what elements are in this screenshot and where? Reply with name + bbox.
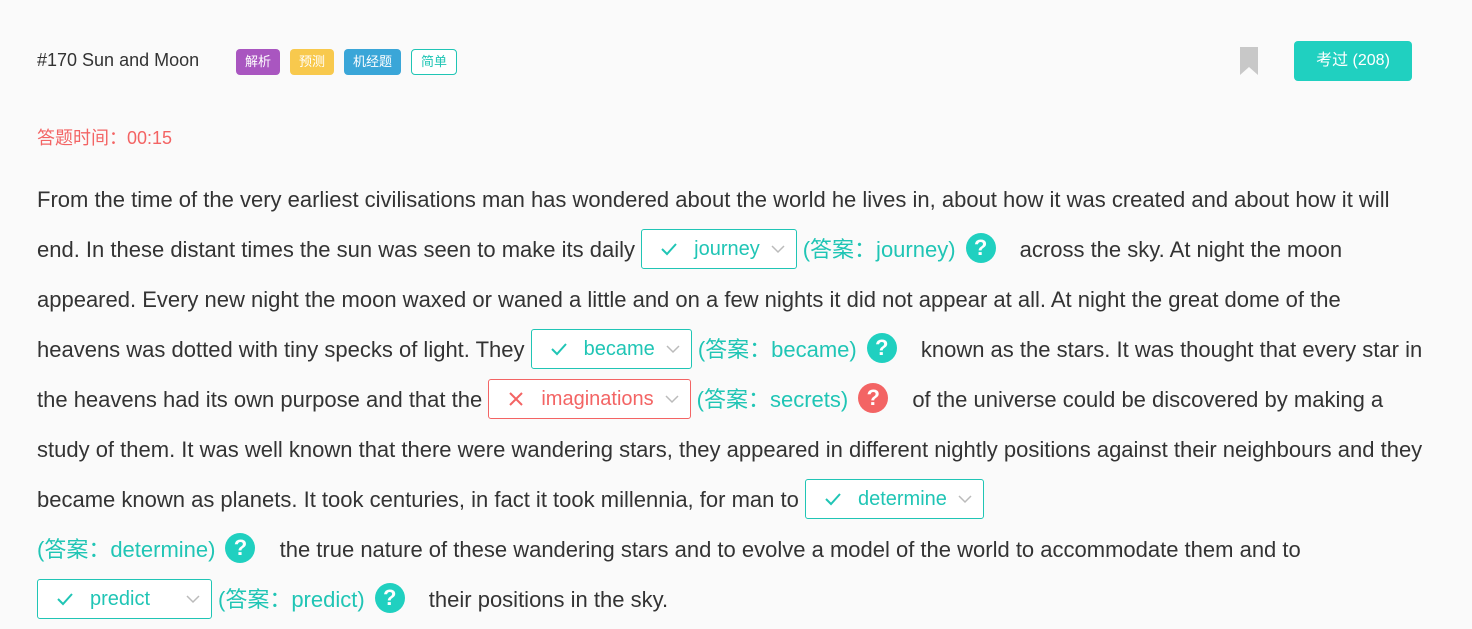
blank-4-answer: (答案：determine) — [37, 537, 216, 562]
blank-1-value: journey — [694, 238, 760, 261]
blank-3-value: imaginations — [541, 388, 654, 411]
check-icon — [825, 493, 841, 506]
cross-icon — [509, 392, 524, 406]
help-icon[interactable]: ? — [858, 383, 889, 414]
blank-5-answer: (答案：predict) — [218, 587, 365, 612]
check-icon — [57, 593, 73, 606]
passage-segment: their positions in the sky. — [422, 587, 669, 612]
passage-segment: the true nature of these wandering stars… — [273, 537, 1301, 562]
tag-difficulty[interactable]: 简单 — [411, 49, 458, 75]
blank-1-answer: (答案：journey) — [802, 237, 956, 262]
blank-5-select[interactable]: predict — [37, 579, 212, 620]
chevron-down-icon — [958, 495, 972, 504]
tag-prediction[interactable]: 预测 — [290, 49, 335, 75]
chevron-down-icon — [186, 595, 200, 604]
blank-3-select[interactable]: imaginations — [488, 379, 691, 420]
passage-text: From the time of the very earliest civil… — [37, 175, 1427, 625]
timer-label: 答题时间： — [37, 128, 127, 148]
blank-2-select[interactable]: became — [530, 329, 692, 370]
question-header: #170 Sun and Moon 解析 预测 机经题 简单 考过 (208) — [37, 40, 1413, 84]
tag-list: 解析 预测 机经题 简单 — [236, 49, 458, 75]
chevron-down-icon — [665, 395, 679, 404]
chevron-down-icon — [666, 345, 680, 354]
bookmark-icon[interactable] — [1239, 46, 1259, 76]
tag-recall-question[interactable]: 机经题 — [344, 49, 402, 75]
blank-5-value: predict — [90, 588, 151, 611]
answer-timer: 答题时间：00:15 — [37, 124, 172, 150]
help-icon[interactable]: ? — [866, 333, 897, 364]
blank-4-select[interactable]: determine — [804, 479, 984, 520]
question-title: #170 Sun and Moon — [37, 50, 200, 70]
help-icon[interactable]: ? — [965, 233, 996, 264]
chevron-down-icon — [771, 245, 785, 254]
help-icon[interactable]: ? — [225, 533, 256, 564]
blank-4-value: determine — [857, 488, 947, 511]
help-icon[interactable]: ? — [374, 583, 405, 614]
tag-analysis[interactable]: 解析 — [236, 49, 281, 75]
check-icon — [550, 343, 567, 356]
blank-3-answer: (答案：secrets) — [696, 387, 849, 412]
exam-count-button[interactable]: 考过 (208) — [1294, 41, 1412, 81]
blank-1-select[interactable]: journey — [641, 229, 797, 270]
timer-value: 00:15 — [127, 128, 173, 148]
blank-2-value: became — [583, 338, 655, 361]
check-icon — [661, 243, 677, 256]
blank-2-answer: (答案：became) — [697, 337, 857, 362]
